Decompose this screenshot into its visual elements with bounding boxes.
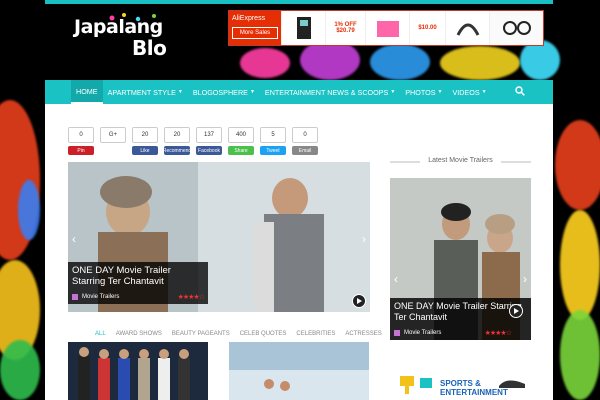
chevron-down-icon: ▼: [481, 89, 487, 95]
social-share-bar: 0 Pin G+ 20 Like 20 Recommend 137 Facebook 400 Sha…: [68, 127, 318, 155]
ad-product-2[interactable]: 1% OFF $20.79: [325, 11, 365, 45]
featured-slide-meta: Movie Trailers ★★★★☆: [68, 290, 208, 304]
share-item: 137 Facebook: [196, 127, 222, 155]
play-icon[interactable]: [352, 294, 366, 308]
category-tabs: ALL AWARD SHOWS BEAUTY PAGEANTS CELEB QUOTE…: [95, 331, 382, 337]
share-button[interactable]: Pin: [68, 146, 94, 155]
nav-videos-label: VIDEOS: [452, 87, 480, 97]
share-item: 400 Share: [228, 127, 254, 155]
share-button[interactable]: Share: [228, 146, 254, 155]
sidebar-prev-arrow-icon[interactable]: ‹: [394, 272, 398, 286]
sidebar-widget-title: Latest Movie Trailers: [390, 157, 531, 164]
category-tab[interactable]: ACTRESSES: [345, 331, 381, 337]
content-panel: 0 Pin G+ 20 Like 20 Recommend 137 Facebook 400 Sha…: [45, 104, 553, 400]
aliexpress-banner-ad[interactable]: AliExpress More Sales 1% OFF $20.79 $10.…: [228, 10, 544, 46]
share-item: 0 Email: [292, 127, 318, 155]
share-button[interactable]: Email: [292, 146, 318, 155]
chevron-down-icon: ▼: [249, 89, 255, 95]
slider-prev-arrow-icon[interactable]: ‹: [72, 232, 76, 246]
share-count: 400: [228, 127, 254, 143]
ad-brand-block: AliExpress More Sales: [229, 11, 281, 45]
share-count: 20: [132, 127, 158, 143]
share-button[interactable]: Tweet: [260, 146, 286, 155]
sidebar-slide-category[interactable]: Movie Trailers: [404, 330, 441, 336]
share-count: 20: [164, 127, 190, 143]
nav-entertainment-label: ENTERTAINMENT NEWS & SCOOPS: [264, 87, 389, 97]
nav-item-apartment-style[interactable]: APARTMENT STYLE ▼: [103, 80, 188, 104]
nav-item-blogosphere[interactable]: BLOGOSPHERE ▼: [188, 80, 260, 104]
sidebar-sports-ad[interactable]: SPORTS & ENTERTAINMENT: [390, 372, 531, 400]
share-item: 0 Pin: [68, 127, 94, 155]
nav-photos-label: PHOTOS: [405, 87, 436, 97]
category-color-icon: [394, 330, 400, 336]
product-cable-icon: [456, 23, 479, 36]
chevron-down-icon: ▼: [390, 89, 396, 95]
product-earphones-icon: [502, 21, 531, 35]
logo-stars-icon: [109, 13, 156, 22]
featured-slide-category[interactable]: Movie Trailers: [82, 294, 119, 300]
product-device-icon: [296, 17, 311, 39]
site-logo[interactable]: Japalang Blo: [70, 13, 195, 62]
trophy-icon: [400, 376, 432, 394]
sidebar-slide-meta: Movie Trailers ★★★★☆: [390, 326, 531, 340]
ad-price-amount-2: $10.00: [418, 25, 437, 31]
share-item: 5 Tweet: [260, 127, 286, 155]
search-icon[interactable]: [515, 86, 525, 96]
category-tab[interactable]: BEAUTY PAGEANTS: [172, 331, 230, 337]
nav-blogosphere-label: BLOGOSPHERE: [192, 87, 248, 97]
ad-product-4[interactable]: $10.00: [409, 11, 445, 45]
ad-product-5[interactable]: [445, 11, 489, 45]
thumbnail-award-show[interactable]: [68, 342, 208, 400]
ad-brand-label: AliExpress: [232, 15, 266, 22]
share-count: 5: [260, 127, 286, 143]
top-accent-bar: [45, 0, 553, 4]
chevron-down-icon: ▼: [437, 89, 443, 95]
ad-product-1[interactable]: [281, 11, 325, 45]
nav-apartment-label: APARTMENT STYLE: [107, 87, 176, 97]
nav-item-videos[interactable]: VIDEOS ▼: [447, 80, 491, 104]
share-button[interactable]: Recommend: [163, 146, 191, 155]
chevron-down-icon: ▼: [177, 89, 183, 95]
ad-price-amount: $20.79: [336, 28, 355, 34]
share-count: 137: [196, 127, 222, 143]
share-item: 20 Recommend: [163, 127, 191, 155]
product-bag-icon: [376, 21, 399, 37]
slider-next-arrow-icon[interactable]: ›: [362, 232, 366, 246]
thumbnail-image: [68, 342, 208, 400]
nav-item-entertainment[interactable]: ENTERTAINMENT NEWS & SCOOPS ▼: [260, 80, 400, 104]
share-count: G+: [100, 127, 126, 143]
category-color-icon: [72, 294, 78, 300]
thumbnail-beach[interactable]: [229, 342, 369, 400]
share-count: 0: [292, 127, 318, 143]
thumbnail-image: [229, 342, 369, 400]
nav-item-home[interactable]: HOME: [71, 80, 103, 104]
nav-item-photos[interactable]: PHOTOS ▼: [400, 80, 447, 104]
category-tab[interactable]: CELEBRITIES: [296, 331, 335, 337]
ad-more-sales-button[interactable]: More Sales: [232, 27, 278, 39]
ad-product-6[interactable]: [489, 11, 543, 45]
main-navigation: HOME APARTMENT STYLE ▼ BLOGOSPHERE ▼ ENTER…: [45, 80, 553, 104]
share-button[interactable]: Facebook: [196, 146, 222, 155]
sidebar-ad-line-1: SPORTS &: [440, 379, 481, 388]
category-tab[interactable]: CELEB QUOTES: [240, 331, 287, 337]
share-count: 0: [68, 127, 94, 143]
share-item: 20 Like: [132, 127, 158, 155]
sidebar-trailer-slider[interactable]: ‹ › ONE DAY Movie Trailer Starring Ter C…: [390, 178, 531, 340]
nav-home-label: HOME: [76, 86, 98, 96]
play-icon[interactable]: [509, 304, 523, 318]
share-item: G+: [100, 127, 126, 155]
rating-stars: ★★★★☆: [177, 294, 205, 301]
category-tab[interactable]: AWARD SHOWS: [116, 331, 162, 337]
ad-product-3[interactable]: [365, 11, 409, 45]
sidebar-next-arrow-icon[interactable]: ›: [523, 272, 527, 286]
featured-slide-title[interactable]: ONE DAY Movie Trailer Starring Ter Chant…: [68, 262, 208, 290]
featured-slider[interactable]: ‹ › ONE DAY Movie Trailer Starring Ter C…: [68, 162, 370, 312]
rating-stars: ★★★★☆: [484, 330, 512, 337]
shoe-icon: [499, 380, 525, 388]
logo-line-2: Blo: [132, 36, 167, 60]
category-tab[interactable]: ALL: [95, 331, 106, 337]
share-button[interactable]: Like: [132, 146, 158, 155]
